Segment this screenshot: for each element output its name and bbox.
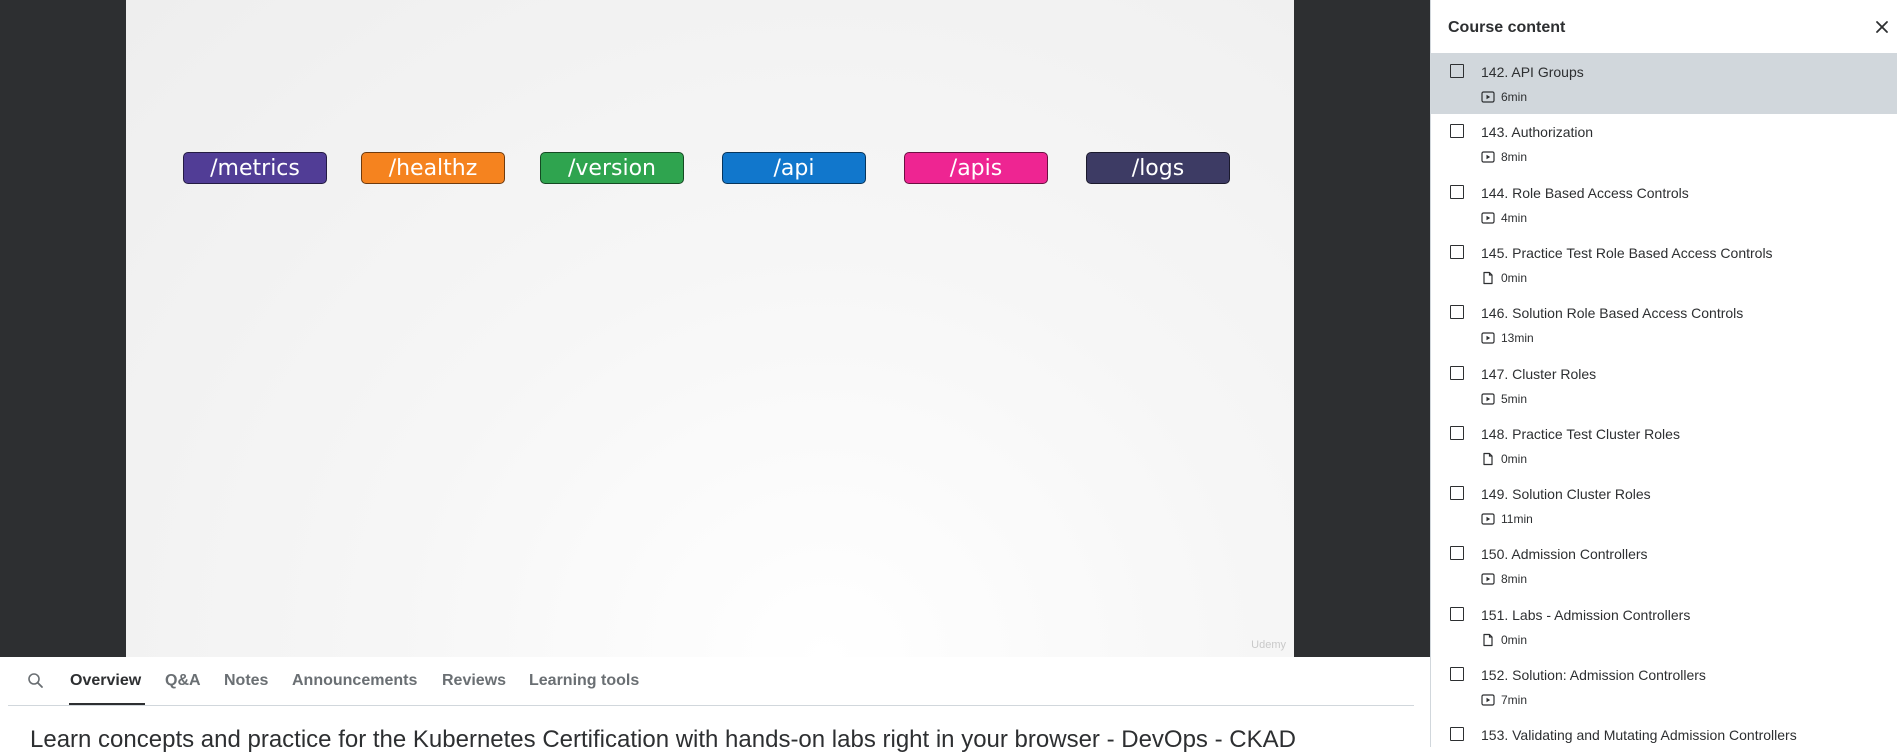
lesson-checkbox[interactable] (1450, 244, 1464, 259)
lesson-duration: 7min (1501, 693, 1528, 707)
endpoint-metrics: /metrics (183, 152, 327, 184)
document-icon (1483, 271, 1493, 284)
video-icon (1481, 513, 1495, 525)
video-icon (1481, 211, 1495, 224)
video-icon-wrap (1481, 512, 1495, 526)
lesson-checkbox[interactable] (1450, 727, 1464, 742)
lesson-duration: 0min (1501, 270, 1528, 285)
lesson-title: 151. Labs - Admission Controllers (1481, 606, 1691, 623)
video-icon-wrap (1481, 211, 1495, 225)
video-icon (1481, 91, 1495, 103)
lesson-checkbox[interactable] (1450, 425, 1464, 440)
document-icon (1483, 452, 1493, 465)
lesson-duration: 8min (1501, 150, 1528, 165)
lesson-duration: 11min (1501, 512, 1533, 527)
lesson-checkbox[interactable] (1450, 184, 1464, 199)
search-button[interactable] (26, 671, 46, 691)
lesson-duration: 6min (1501, 90, 1528, 104)
document-icon-wrap (1481, 452, 1495, 466)
endpoint-apis: /apis (904, 152, 1048, 184)
lesson-title: 147. Cluster Roles (1481, 365, 1597, 382)
tab-learning-tools[interactable]: Learning tools (529, 672, 639, 690)
lesson-duration: 0min (1501, 451, 1528, 466)
lesson-item[interactable]: 151. Labs - Admission Controllers 0min (1431, 597, 1897, 657)
tab-reviews[interactable]: Reviews (442, 672, 506, 690)
document-icon-wrap (1481, 633, 1495, 647)
lesson-title: 152. Solution: Admission Controllers (1481, 667, 1706, 683)
lesson-item[interactable]: 150. Admission Controllers 8min (1431, 536, 1897, 596)
video-icon (1481, 392, 1495, 405)
lesson-duration: 5min (1501, 391, 1528, 406)
endpoint-logs: /logs (1086, 152, 1230, 184)
lesson-item[interactable]: 144. Role Based Access Controls 4min (1431, 175, 1897, 235)
lesson-item[interactable]: 152. Solution: Admission Controllers 7min (1431, 657, 1897, 717)
lesson-title: 153. Validating and Mutating Admission C… (1481, 727, 1797, 744)
video-icon-wrap (1481, 572, 1495, 586)
close-sidebar-button[interactable] (1873, 18, 1891, 36)
lesson-checkbox[interactable] (1450, 124, 1464, 139)
document-icon-wrap (1481, 271, 1495, 285)
video-player[interactable]: /metrics /healthz /version /api /apis /l… (0, 0, 1430, 657)
lesson-title: 142. API Groups (1481, 64, 1584, 80)
lesson-title: 144. Role Based Access Controls (1481, 184, 1689, 201)
tabs-divider (8, 705, 1414, 706)
endpoint-healthz: /healthz (361, 152, 505, 184)
video-icon-wrap (1481, 150, 1495, 164)
lesson-checkbox[interactable] (1450, 305, 1464, 320)
video-icon (1481, 151, 1495, 163)
lesson-item[interactable]: 149. Solution Cluster Roles 11min (1431, 476, 1897, 536)
lesson-title: 149. Solution Cluster Roles (1481, 486, 1651, 503)
watermark: Udemy (1251, 639, 1286, 651)
lesson-title: 148. Practice Test Cluster Roles (1481, 425, 1680, 442)
course-title: Learn concepts and practice for the Kube… (30, 726, 1296, 753)
lesson-duration: 0min (1501, 632, 1528, 647)
sidebar-header: Course content (1431, 0, 1897, 54)
lesson-duration: 13min (1501, 331, 1534, 346)
video-icon-wrap (1481, 693, 1495, 707)
video-icon-wrap (1481, 392, 1495, 406)
lesson-checkbox[interactable] (1450, 606, 1464, 621)
lesson-checkbox[interactable] (1450, 365, 1464, 380)
video-icon (1481, 332, 1495, 344)
lesson-title: 150. Admission Controllers (1481, 546, 1648, 563)
tab-notes[interactable]: Notes (224, 672, 268, 690)
lesson-item[interactable]: 148. Practice Test Cluster Roles 0min (1431, 416, 1897, 476)
lesson-item[interactable]: 146. Solution Role Based Access Controls… (1431, 295, 1897, 355)
lesson-item[interactable]: 147. Cluster Roles 5min (1431, 356, 1897, 416)
lesson-item[interactable]: 153. Validating and Mutating Admission C… (1431, 717, 1897, 747)
lesson-item[interactable]: 142. API Groups 6min (1431, 54, 1897, 114)
lesson-item[interactable]: 145. Practice Test Role Based Access Con… (1431, 235, 1897, 295)
search-icon (28, 673, 43, 688)
lesson-duration: 8min (1501, 572, 1528, 587)
tabs-bar: Overview Q&A Notes Announcements Reviews… (0, 657, 1430, 707)
video-icon-wrap (1481, 90, 1495, 104)
endpoint-api: /api (722, 152, 866, 184)
tab-qa[interactable]: Q&A (165, 672, 201, 690)
endpoint-version: /version (540, 152, 684, 184)
lesson-checkbox[interactable] (1450, 546, 1464, 561)
tab-overview[interactable]: Overview (70, 672, 141, 690)
video-icon (1481, 573, 1495, 585)
lesson-checkbox[interactable] (1450, 486, 1464, 501)
video-slide: /metrics /healthz /version /api /apis /l… (126, 0, 1294, 657)
video-icon (1481, 694, 1495, 706)
lesson-title: 145. Practice Test Role Based Access Con… (1481, 244, 1773, 261)
lesson-item[interactable]: 143. Authorization 8min (1431, 114, 1897, 174)
sidebar-title: Course content (1448, 19, 1566, 36)
lesson-checkbox[interactable] (1450, 667, 1464, 681)
lesson-checkbox[interactable] (1450, 64, 1464, 78)
close-icon (1876, 21, 1888, 33)
lesson-duration: 4min (1501, 210, 1528, 225)
tab-announcements[interactable]: Announcements (292, 672, 417, 690)
course-content-sidebar: Course content 142. API Groups 6min 143. A… (1430, 0, 1897, 747)
lesson-title: 146. Solution Role Based Access Controls (1481, 305, 1744, 322)
document-icon (1483, 633, 1493, 646)
video-icon-wrap (1481, 331, 1495, 345)
lesson-title: 143. Authorization (1481, 124, 1594, 141)
